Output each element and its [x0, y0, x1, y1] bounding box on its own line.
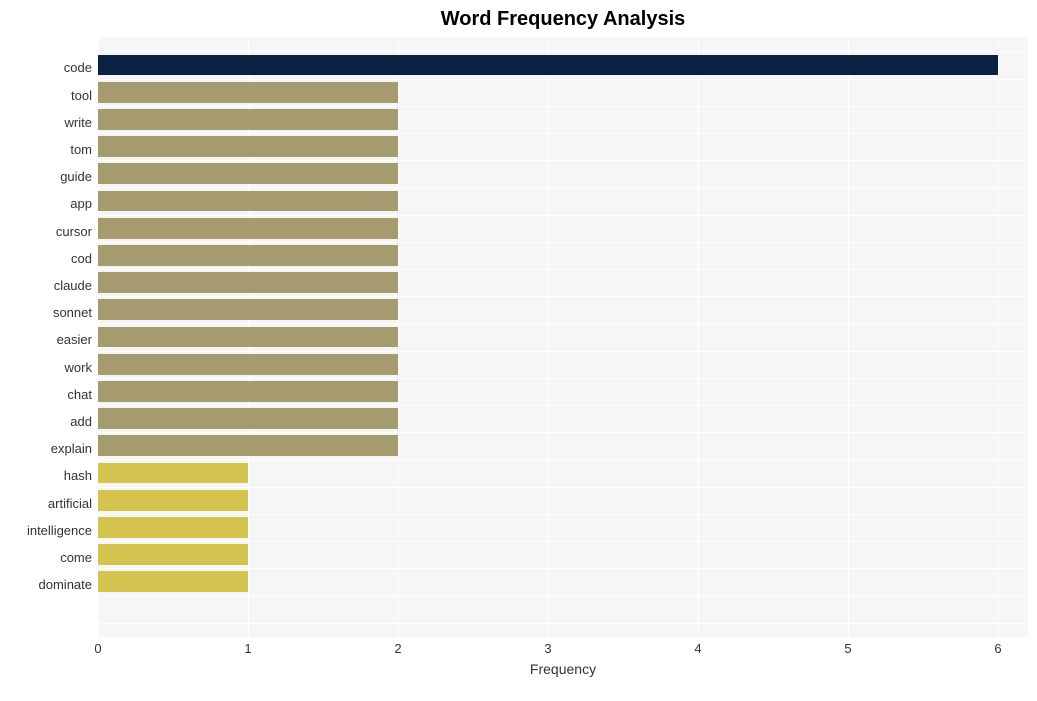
y-tick-label: explain: [2, 435, 92, 462]
bar: [98, 408, 398, 429]
y-tick-label: app: [2, 190, 92, 217]
grid-hline: [98, 514, 1028, 515]
bar-row: [98, 79, 1028, 106]
y-tick-label: tool: [2, 82, 92, 109]
y-tick-label: hash: [2, 462, 92, 489]
y-tick-label: write: [2, 109, 92, 136]
bar: [98, 490, 248, 511]
grid-hline: [98, 187, 1028, 188]
bar: [98, 299, 398, 320]
y-tick-label: dominate: [2, 571, 92, 598]
bar: [98, 109, 398, 130]
bar: [98, 191, 398, 212]
bar: [98, 55, 998, 76]
bar: [98, 163, 398, 184]
y-tick-label: chat: [2, 381, 92, 408]
bar-row: [98, 351, 1028, 378]
grid-hline: [98, 79, 1028, 80]
bar-row: [98, 323, 1028, 350]
bar: [98, 272, 398, 293]
bar-row: [98, 187, 1028, 214]
bar: [98, 354, 398, 375]
bar-row: [98, 487, 1028, 514]
grid-hline: [98, 242, 1028, 243]
bar-row: [98, 378, 1028, 405]
bar: [98, 82, 398, 103]
bar-row: [98, 269, 1028, 296]
x-axis: Frequency 0123456: [98, 637, 1028, 677]
bar-row: [98, 106, 1028, 133]
grid-hline: [98, 432, 1028, 433]
y-tick-label: intelligence: [2, 517, 92, 544]
x-tick-label: 4: [694, 641, 701, 656]
y-tick-label: easier: [2, 326, 92, 353]
bar: [98, 327, 398, 348]
bar-row: [98, 459, 1028, 486]
grid-hline: [98, 323, 1028, 324]
x-tick-label: 5: [844, 641, 851, 656]
y-tick-label: cod: [2, 245, 92, 272]
grid-hline: [98, 541, 1028, 542]
bar-row: [98, 242, 1028, 269]
bar: [98, 463, 248, 484]
grid-hline: [98, 106, 1028, 107]
y-tick-label: work: [2, 354, 92, 381]
bar: [98, 517, 248, 538]
grid-hline: [98, 51, 1028, 52]
bar-row: [98, 568, 1028, 595]
x-tick-label: 0: [94, 641, 101, 656]
y-tick-label: come: [2, 544, 92, 571]
bar-row: [98, 215, 1028, 242]
bar-row: [98, 432, 1028, 459]
grid-hline: [98, 160, 1028, 161]
bar: [98, 571, 248, 592]
chart-container: Word Frequency Analysis Frequency 0 1 2 3 4 5…: [10, 8, 1028, 693]
bar: [98, 245, 398, 266]
y-tick-label: sonnet: [2, 299, 92, 326]
bar: [98, 136, 398, 157]
grid-hline: [98, 623, 1028, 624]
y-tick-label: cursor: [2, 218, 92, 245]
y-tick-label: add: [2, 408, 92, 435]
chart-title: Word Frequency Analysis: [10, 8, 1028, 31]
bar-row: [98, 133, 1028, 160]
grid-hline: [98, 351, 1028, 352]
bar-row: [98, 541, 1028, 568]
grid-hline: [98, 133, 1028, 134]
bar-row: [98, 51, 1028, 78]
grid-hline: [98, 487, 1028, 488]
grid-hline: [98, 296, 1028, 297]
grid-hline: [98, 215, 1028, 216]
bar: [98, 544, 248, 565]
x-tick-label: 1: [244, 641, 251, 656]
y-tick-label: tom: [2, 136, 92, 163]
x-axis-label: Frequency: [530, 661, 596, 677]
x-tick-label: 2: [394, 641, 401, 656]
bar-row: [98, 160, 1028, 187]
bar: [98, 381, 398, 402]
grid-hline: [98, 405, 1028, 406]
grid-hline: [98, 595, 1028, 596]
y-tick-label: claude: [2, 272, 92, 299]
bar: [98, 218, 398, 239]
y-tick-label: artificial: [2, 490, 92, 517]
y-tick-label: code: [2, 54, 92, 81]
grid-hline: [98, 459, 1028, 460]
bar: [98, 435, 398, 456]
plot-area: [98, 37, 1028, 637]
grid-hline: [98, 269, 1028, 270]
x-tick-label: 3: [544, 641, 551, 656]
y-tick-label: guide: [2, 163, 92, 190]
bar-row: [98, 514, 1028, 541]
grid-hline: [98, 568, 1028, 569]
x-tick-label: 6: [994, 641, 1001, 656]
bar-row: [98, 296, 1028, 323]
grid-hline: [98, 378, 1028, 379]
bar-row: [98, 405, 1028, 432]
